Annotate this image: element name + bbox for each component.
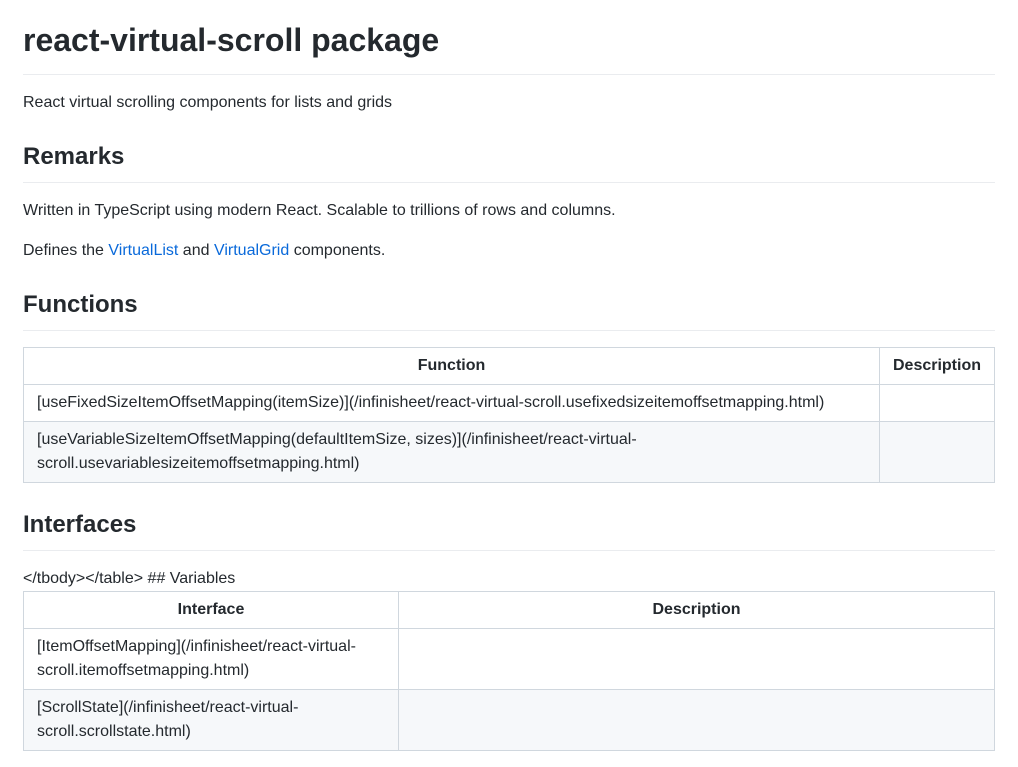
function-cell: [useVariableSizeItemOffsetMapping(defaul…: [24, 421, 880, 482]
interfaces-table: Interface Description [ItemOffsetMapping…: [23, 591, 995, 751]
intro-text: React virtual scrolling components for l…: [23, 91, 995, 115]
functions-col-function: Function: [24, 347, 880, 384]
defines-between: and: [178, 242, 214, 259]
virtuallist-link[interactable]: VirtualList: [108, 242, 178, 259]
stray-markup-text: </tbody></table> ## Variables: [23, 570, 235, 587]
description-cell: [879, 421, 994, 482]
interfaces-col-interface: Interface: [24, 592, 399, 629]
page-title: react-virtual-scroll package: [23, 0, 995, 75]
functions-table: Function Description [useFixedSizeItemOf…: [23, 347, 995, 483]
virtualgrid-link[interactable]: VirtualGrid: [214, 242, 289, 259]
remarks-heading: Remarks: [23, 139, 995, 183]
defines-prefix: Defines the: [23, 242, 108, 259]
remarks-defines: Defines the VirtualList and VirtualGrid …: [23, 239, 995, 263]
defines-suffix: components.: [289, 242, 385, 259]
table-row: [ItemOffsetMapping](/infinisheet/react-v…: [24, 629, 995, 690]
functions-heading: Functions: [23, 287, 995, 331]
interface-cell: [ItemOffsetMapping](/infinisheet/react-v…: [24, 629, 399, 690]
table-row: [useFixedSizeItemOffsetMapping(itemSize)…: [24, 384, 995, 421]
interfaces-heading: Interfaces: [23, 507, 995, 551]
interfaces-col-description: Description: [399, 592, 995, 629]
interface-cell: [ScrollState](/infinisheet/react-virtual…: [24, 690, 399, 751]
table-row: [ScrollState](/infinisheet/react-virtual…: [24, 690, 995, 751]
description-cell: [879, 384, 994, 421]
functions-col-description: Description: [879, 347, 994, 384]
function-cell: [useFixedSizeItemOffsetMapping(itemSize)…: [24, 384, 880, 421]
description-cell: [399, 629, 995, 690]
description-cell: [399, 690, 995, 751]
remarks-line1: Written in TypeScript using modern React…: [23, 199, 995, 223]
table-row: [useVariableSizeItemOffsetMapping(defaul…: [24, 421, 995, 482]
